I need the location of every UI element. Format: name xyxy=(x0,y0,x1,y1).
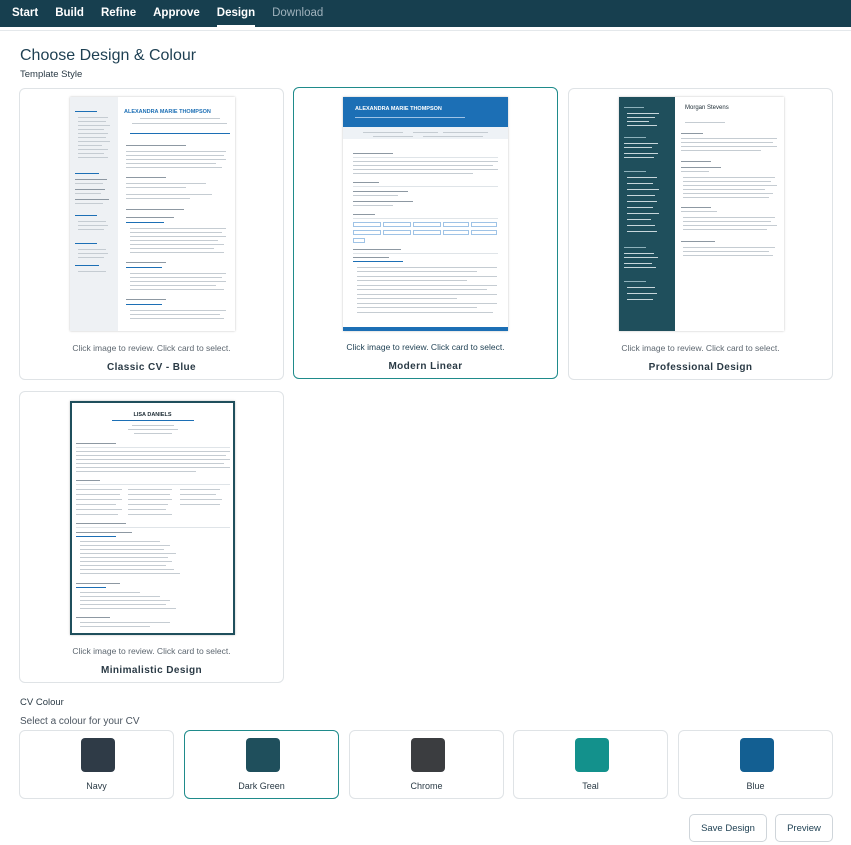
template-preview-image[interactable]: ALEXANDRA MARIE THOMPSON xyxy=(343,97,508,331)
template-name: Classic CV - Blue xyxy=(106,362,197,373)
template-name: Professional Design xyxy=(648,362,753,373)
top-nav: Start Build Refine Approve Design Downlo… xyxy=(0,0,851,27)
preview-name: ALEXANDRA MARIE THOMPSON xyxy=(124,109,211,115)
tab-refine[interactable]: Refine xyxy=(101,4,136,24)
template-hint: Click image to review. Click card to sel… xyxy=(621,343,780,353)
colour-option-navy[interactable]: Navy xyxy=(19,730,174,799)
template-hint: Click image to review. Click card to sel… xyxy=(72,343,231,353)
template-name: Minimalistic Design xyxy=(101,665,202,676)
template-card-modern-linear[interactable]: ALEXANDRA MARIE THOMPSON Click image to … xyxy=(293,87,558,379)
colour-option-chrome[interactable]: Chrome xyxy=(349,730,504,799)
save-design-button[interactable]: Save Design xyxy=(689,814,767,842)
preview-name: Morgan Stevens xyxy=(685,105,729,111)
colour-swatch xyxy=(81,738,115,772)
colour-swatch xyxy=(575,738,609,772)
colour-name: Chrome xyxy=(410,781,443,791)
preview-name: LISA DANIELS xyxy=(133,412,172,418)
colour-swatch xyxy=(740,738,774,772)
colour-swatch xyxy=(411,738,445,772)
preview-name: ALEXANDRA MARIE THOMPSON xyxy=(355,106,442,112)
template-style-label: Template Style xyxy=(20,69,83,80)
cv-colour-label: CV Colour xyxy=(20,697,64,708)
template-preview-image[interactable]: ALEXANDRA MARIE THOMPSON xyxy=(70,97,235,331)
preview-button[interactable]: Preview xyxy=(775,814,833,842)
template-card-classic-cv-blue[interactable]: ALEXANDRA MARIE THOMPSON Click image to … xyxy=(19,88,284,380)
tab-approve[interactable]: Approve xyxy=(153,4,200,24)
colour-option-teal[interactable]: Teal xyxy=(513,730,668,799)
colour-name: Teal xyxy=(582,781,599,791)
colour-name: Blue xyxy=(746,781,765,791)
template-card-minimalistic-design[interactable]: LISA DANIELS Click image to review. Clic… xyxy=(19,391,284,683)
template-name: Modern Linear xyxy=(388,361,463,372)
page-title: Choose Design & Colour xyxy=(20,47,197,64)
tab-build[interactable]: Build xyxy=(55,4,84,24)
tab-start[interactable]: Start xyxy=(12,4,38,24)
template-hint: Click image to review. Click card to sel… xyxy=(72,646,231,656)
colour-option-blue[interactable]: Blue xyxy=(678,730,833,799)
template-preview-image[interactable]: Morgan Stevens xyxy=(619,97,784,331)
colour-swatch xyxy=(246,738,280,772)
colour-name: Navy xyxy=(86,781,107,791)
template-card-professional-design[interactable]: Morgan Stevens Click image to review. Cl… xyxy=(568,88,833,380)
tab-design[interactable]: Design xyxy=(216,4,256,27)
colour-prompt: Select a colour for your CV xyxy=(20,716,140,727)
template-hint: Click image to review. Click card to sel… xyxy=(346,342,505,352)
tab-download[interactable]: Download xyxy=(272,4,323,24)
colour-name: Dark Green xyxy=(238,781,285,791)
colour-option-dark-green[interactable]: Dark Green xyxy=(184,730,339,799)
template-preview-image[interactable]: LISA DANIELS xyxy=(70,401,235,635)
